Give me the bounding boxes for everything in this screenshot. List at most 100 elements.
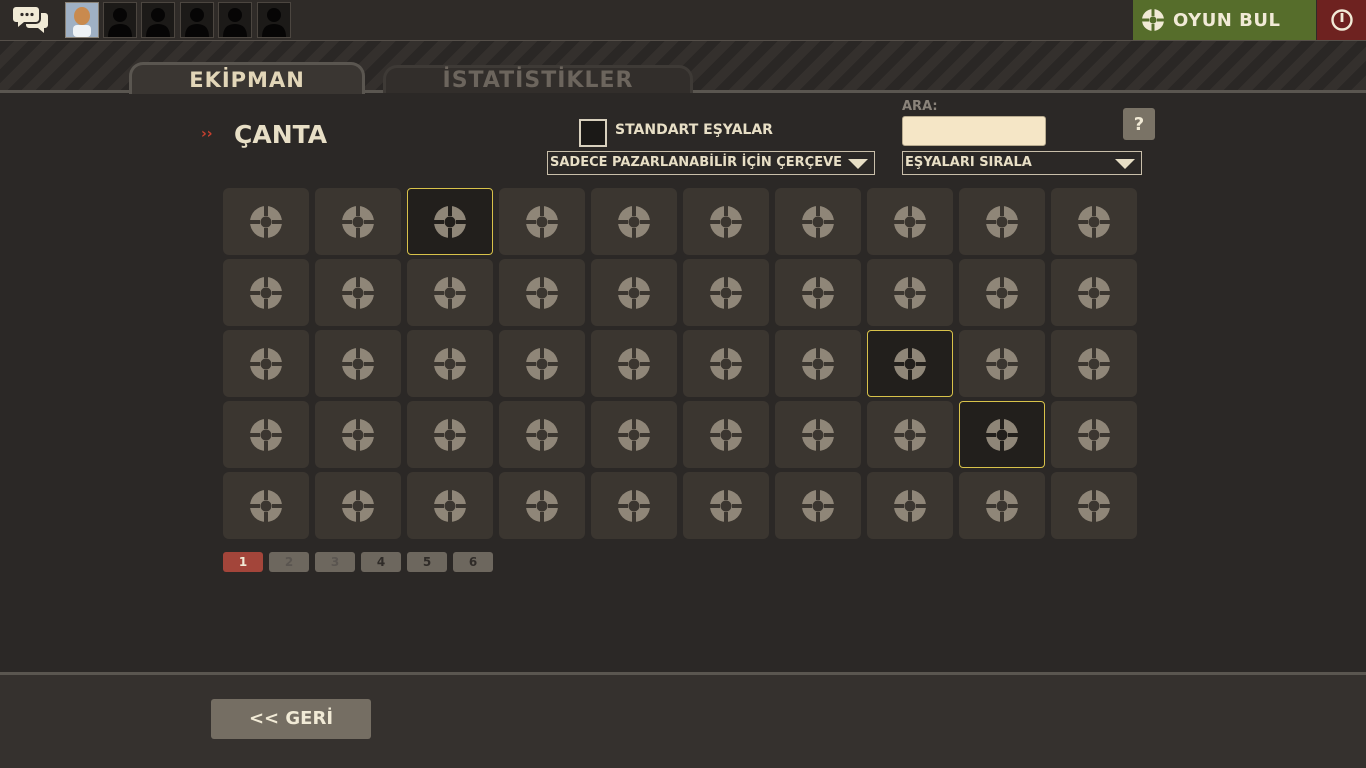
page-button-6[interactable]: 6 bbox=[453, 552, 493, 572]
tf2-logo-icon bbox=[984, 487, 1020, 524]
item-slot[interactable] bbox=[591, 330, 677, 397]
item-slot[interactable] bbox=[315, 188, 401, 255]
tf2-logo-icon bbox=[248, 487, 284, 524]
sort-items-dropdown[interactable]: EŞYALARI SIRALA bbox=[902, 151, 1142, 175]
help-button[interactable]: ? bbox=[1123, 108, 1155, 140]
item-slot[interactable] bbox=[683, 330, 769, 397]
page-button-2[interactable]: 2 bbox=[269, 552, 309, 572]
item-slot[interactable] bbox=[867, 330, 953, 397]
tf2-logo-icon bbox=[800, 345, 836, 382]
tf2-logo-icon bbox=[1076, 345, 1112, 382]
friend-slot[interactable] bbox=[180, 2, 214, 38]
standard-items-checkbox[interactable] bbox=[579, 119, 607, 147]
item-slot[interactable] bbox=[959, 330, 1045, 397]
friend-slot[interactable] bbox=[218, 2, 252, 38]
item-slot[interactable] bbox=[315, 401, 401, 468]
item-slot[interactable] bbox=[959, 472, 1045, 539]
item-slot[interactable] bbox=[407, 188, 493, 255]
item-slot[interactable] bbox=[499, 330, 585, 397]
item-slot[interactable] bbox=[867, 401, 953, 468]
item-slot[interactable] bbox=[499, 188, 585, 255]
item-slot[interactable] bbox=[223, 330, 309, 397]
item-slot[interactable] bbox=[1051, 401, 1137, 468]
item-slot[interactable] bbox=[683, 401, 769, 468]
chevron-down-icon bbox=[848, 159, 868, 169]
item-slot[interactable] bbox=[683, 188, 769, 255]
page-button-4[interactable]: 4 bbox=[361, 552, 401, 572]
item-slot[interactable] bbox=[683, 472, 769, 539]
tab-statistics[interactable]: İSTATİSTİKLER bbox=[383, 65, 693, 93]
item-slot[interactable] bbox=[591, 188, 677, 255]
tf2-logo-icon bbox=[524, 345, 560, 382]
item-slot[interactable] bbox=[959, 259, 1045, 326]
item-slot[interactable] bbox=[223, 472, 309, 539]
item-slot[interactable] bbox=[223, 188, 309, 255]
item-slot[interactable] bbox=[1051, 259, 1137, 326]
tf2-logo-icon bbox=[340, 274, 376, 311]
item-slot[interactable] bbox=[407, 259, 493, 326]
item-slot[interactable] bbox=[407, 330, 493, 397]
tradable-filter-dropdown[interactable]: SADECE PAZARLANABİLİR İÇİN ÇERÇEVE bbox=[547, 151, 875, 175]
item-slot[interactable] bbox=[591, 472, 677, 539]
item-slot[interactable] bbox=[775, 188, 861, 255]
standard-items-label: STANDART EŞYALAR bbox=[615, 122, 773, 138]
item-slot[interactable] bbox=[499, 401, 585, 468]
friend-slot[interactable] bbox=[257, 2, 291, 38]
item-slot[interactable] bbox=[223, 401, 309, 468]
item-slot[interactable] bbox=[407, 401, 493, 468]
tf2-logo-icon bbox=[708, 203, 744, 240]
chat-icon[interactable] bbox=[13, 3, 49, 37]
item-slot[interactable] bbox=[867, 472, 953, 539]
item-slot[interactable] bbox=[775, 259, 861, 326]
find-game-button[interactable]: OYUN BUL bbox=[1133, 0, 1316, 40]
item-slot[interactable] bbox=[223, 259, 309, 326]
item-slot[interactable] bbox=[959, 188, 1045, 255]
item-slot[interactable] bbox=[775, 330, 861, 397]
item-slot[interactable] bbox=[775, 401, 861, 468]
search-input[interactable] bbox=[902, 116, 1046, 146]
tf2-logo-icon bbox=[524, 274, 560, 311]
page-button-3[interactable]: 3 bbox=[315, 552, 355, 572]
back-button[interactable]: << GERİ bbox=[211, 699, 371, 739]
tf2-logo-icon bbox=[432, 416, 468, 453]
tf2-logo-icon bbox=[340, 345, 376, 382]
item-slot[interactable] bbox=[407, 472, 493, 539]
item-slot[interactable] bbox=[315, 472, 401, 539]
tf2-logo-icon bbox=[616, 416, 652, 453]
tf2-logo-icon bbox=[892, 274, 928, 311]
tf2-logo-icon bbox=[340, 487, 376, 524]
tf2-logo-icon bbox=[248, 203, 284, 240]
item-slot[interactable] bbox=[1051, 330, 1137, 397]
friend-slot[interactable] bbox=[141, 2, 175, 38]
tf2-logo-icon bbox=[248, 416, 284, 453]
item-slot[interactable] bbox=[867, 188, 953, 255]
power-icon bbox=[1330, 9, 1353, 31]
friend-slot[interactable] bbox=[103, 2, 137, 38]
item-slot[interactable] bbox=[315, 330, 401, 397]
item-slot[interactable] bbox=[499, 259, 585, 326]
tab-loadout[interactable]: EKİPMAN bbox=[129, 62, 365, 94]
item-slot[interactable] bbox=[1051, 188, 1137, 255]
tf2-logo-icon bbox=[708, 416, 744, 453]
item-slot[interactable] bbox=[683, 259, 769, 326]
item-slot[interactable] bbox=[499, 472, 585, 539]
item-slot[interactable] bbox=[315, 259, 401, 326]
backpack-grid bbox=[223, 188, 1137, 540]
item-slot[interactable] bbox=[1051, 472, 1137, 539]
tf2-logo-icon bbox=[708, 274, 744, 311]
item-slot[interactable] bbox=[591, 401, 677, 468]
tf2-logo-icon bbox=[524, 487, 560, 524]
tf2-logo-icon bbox=[892, 416, 928, 453]
page-button-1[interactable]: 1 bbox=[223, 552, 263, 572]
item-slot[interactable] bbox=[959, 401, 1045, 468]
quit-button[interactable] bbox=[1317, 0, 1366, 40]
person-silhouette-icon bbox=[108, 8, 132, 37]
player-avatar[interactable] bbox=[65, 2, 99, 38]
page-button-5[interactable]: 5 bbox=[407, 552, 447, 572]
item-slot[interactable] bbox=[591, 259, 677, 326]
item-slot[interactable] bbox=[867, 259, 953, 326]
avatar-image bbox=[66, 3, 98, 37]
tf2-logo-icon bbox=[432, 345, 468, 382]
person-silhouette-icon bbox=[223, 8, 247, 37]
item-slot[interactable] bbox=[775, 472, 861, 539]
